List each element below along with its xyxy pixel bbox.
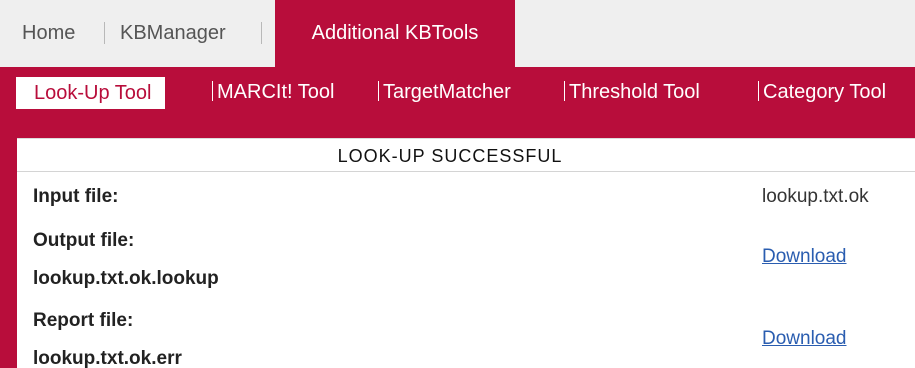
report-file-name: lookup.txt.ok.err <box>33 348 182 368</box>
tool-nav-label: Category Tool <box>763 81 887 103</box>
tab-kbmanager[interactable]: KBManager <box>120 0 226 67</box>
input-file-label: Input file: <box>33 186 119 207</box>
nav-divider <box>378 81 379 101</box>
tab-separator <box>104 22 105 44</box>
nav-divider <box>758 81 759 101</box>
result-panel: LOOK-UP SUCCESSFUL Input file: lookup.tx… <box>17 138 915 368</box>
tool-nav-item-category[interactable]: Category Tool <box>758 67 886 118</box>
report-file-label: Report file: <box>33 310 134 331</box>
tool-nav-item-threshold[interactable]: Threshold Tool <box>564 67 700 118</box>
nav-divider <box>564 81 565 101</box>
tab-additional-kbtools[interactable]: Additional KBTools <box>275 0 515 67</box>
page: Home KBManager Additional KBTools Look-U… <box>0 0 915 368</box>
tab-home[interactable]: Home <box>22 0 75 67</box>
tool-nav-label: Threshold Tool <box>569 81 700 103</box>
tool-nav-label: TargetMatcher <box>383 81 511 103</box>
report-download-link[interactable]: Download <box>762 328 847 350</box>
top-tab-bar: Home KBManager Additional KBTools <box>0 0 915 67</box>
tool-nav-label: MARCIt! Tool <box>217 81 335 103</box>
tab-additional-kbtools-label: Additional KBTools <box>311 22 479 44</box>
output-file-name: lookup.txt.ok.lookup <box>33 268 219 289</box>
input-file-value: lookup.txt.ok <box>762 186 869 207</box>
nav-divider <box>212 81 213 101</box>
tool-nav-item-marcit[interactable]: MARCIt! Tool <box>212 67 334 118</box>
tool-nav-item-look-up[interactable]: Look-Up Tool <box>16 77 166 109</box>
tool-nav-item-targetmatcher[interactable]: TargetMatcher <box>378 67 511 118</box>
output-download-link[interactable]: Download <box>762 246 847 268</box>
tool-nav: Look-Up Tool MARCIt! Tool TargetMatcher … <box>0 67 915 118</box>
content-frame: LOOK-UP SUCCESSFUL Input file: lookup.tx… <box>0 118 915 368</box>
result-title: LOOK-UP SUCCESSFUL <box>17 138 915 172</box>
output-file-label: Output file: <box>33 230 135 251</box>
tab-separator <box>261 22 262 44</box>
